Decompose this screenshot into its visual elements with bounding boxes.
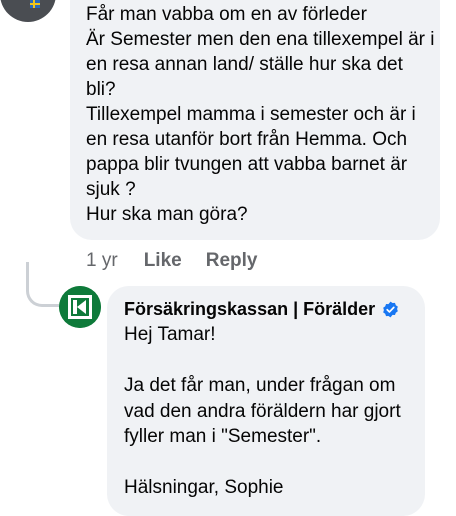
forsakringskassan-logo-avatar[interactable] — [59, 286, 101, 328]
reply-button[interactable]: Reply — [206, 250, 258, 272]
flag-icon — [30, 0, 40, 8]
forsakringskassan-logo-icon — [59, 286, 101, 328]
commenter-avatar[interactable] — [0, 0, 56, 22]
reply-thread-line — [26, 262, 59, 307]
comment-timestamp[interactable]: 1 yr — [86, 250, 118, 272]
reply-text: Hej Tamar! Ja det får man, under frågan … — [124, 324, 401, 498]
verified-badge-icon — [383, 301, 398, 317]
comment-text: Får man vabba om en av förleder Är Semes… — [86, 4, 435, 225]
reply-author[interactable]: Försäkringskassan | Förälder — [124, 297, 399, 321]
like-button[interactable]: Like — [144, 250, 182, 272]
reply-author-name[interactable]: Försäkringskassan | Förälder — [124, 297, 375, 321]
comment-actions: 1 yr Like Reply — [86, 249, 281, 273]
